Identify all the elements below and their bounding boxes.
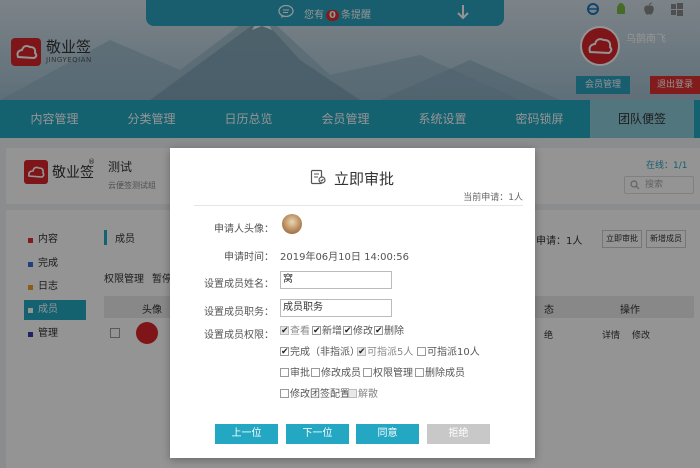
applicant-avatar	[282, 214, 302, 234]
reject-button[interactable]: 拒绝	[427, 424, 490, 444]
perm-manage-label: 权限管理	[373, 368, 413, 379]
perm-delete-member-label: 删除成员	[425, 368, 465, 379]
perm-add-label: 新增	[322, 326, 342, 337]
checkbox-box	[311, 368, 320, 377]
member-name-label: 设置成员姓名：	[204, 279, 274, 290]
checkbox-box	[280, 368, 289, 377]
checkbox-box	[417, 347, 426, 356]
perm-assign10-checkbox[interactable]: 可指派10人	[417, 346, 480, 360]
perm-view-label: 查看	[290, 326, 310, 337]
perm-approve-checkbox[interactable]: 审批	[280, 367, 310, 381]
perm-add-checkbox[interactable]: 新增	[312, 324, 342, 339]
perm-manage-checkbox[interactable]: 权限管理	[363, 367, 413, 381]
checkbox-box	[280, 345, 289, 359]
perm-team-config-label: 修改团签配置	[290, 389, 350, 400]
perm-dissolve-label: 解散	[358, 389, 378, 400]
checkbox-box	[343, 324, 352, 338]
perm-approve-label: 审批	[290, 368, 310, 379]
prev-button[interactable]: 上一位	[215, 424, 278, 444]
member-permissions-label: 设置成员权限：	[204, 330, 274, 341]
perm-delete-checkbox[interactable]: 删除	[374, 324, 404, 339]
checkbox-box	[348, 389, 357, 398]
perm-delete-member-checkbox[interactable]: 删除成员	[415, 367, 465, 381]
perm-assign10-label: 可指派10人	[427, 347, 480, 358]
checkbox-box	[374, 324, 383, 338]
apply-time-value: 2019年06月10日 14:00:56	[280, 252, 409, 263]
perm-view-checkbox[interactable]: 查看	[280, 324, 310, 339]
checkbox-box	[280, 324, 289, 338]
perm-complete-label: 完成（非指派）	[290, 347, 360, 358]
approval-modal: 立即审批 当前申请：1人 申请人头像： 申请时间： 2019年06月10日 14…	[170, 148, 535, 458]
member-role-label: 设置成员职务：	[204, 307, 274, 318]
modal-title: 立即审批	[334, 170, 395, 188]
checkbox-box	[312, 324, 321, 338]
perm-delete-label: 删除	[384, 326, 404, 337]
current-apply-count: 当前申请：1人	[463, 193, 523, 203]
checkbox-box	[363, 368, 372, 377]
applicant-avatar-label: 申请人头像：	[214, 224, 274, 235]
member-name-input[interactable]: 窝	[280, 271, 392, 289]
agree-button[interactable]: 同意	[356, 424, 419, 444]
approval-icon	[310, 169, 326, 185]
perm-edit-checkbox[interactable]: 修改	[343, 324, 373, 339]
perm-dissolve-checkbox[interactable]: 解散	[348, 388, 378, 402]
perm-assign5-checkbox[interactable]: 可指派5人	[357, 345, 414, 360]
next-button[interactable]: 下一位	[286, 424, 349, 444]
perm-edit-label: 修改	[353, 326, 373, 337]
perm-team-config-checkbox[interactable]: 修改团签配置	[280, 388, 350, 402]
apply-time-label: 申请时间：	[224, 252, 274, 263]
perm-edit-member-label: 修改成员	[321, 368, 361, 379]
perm-edit-member-checkbox[interactable]: 修改成员	[311, 367, 361, 381]
checkbox-box	[415, 368, 424, 377]
perm-complete-checkbox[interactable]: 完成（非指派）	[280, 345, 360, 360]
checkbox-box	[280, 389, 289, 398]
member-role-input[interactable]: 成员职务	[280, 299, 392, 317]
perm-assign5-label: 可指派5人	[367, 347, 414, 358]
checkbox-box	[357, 345, 366, 359]
modal-divider	[194, 205, 523, 206]
